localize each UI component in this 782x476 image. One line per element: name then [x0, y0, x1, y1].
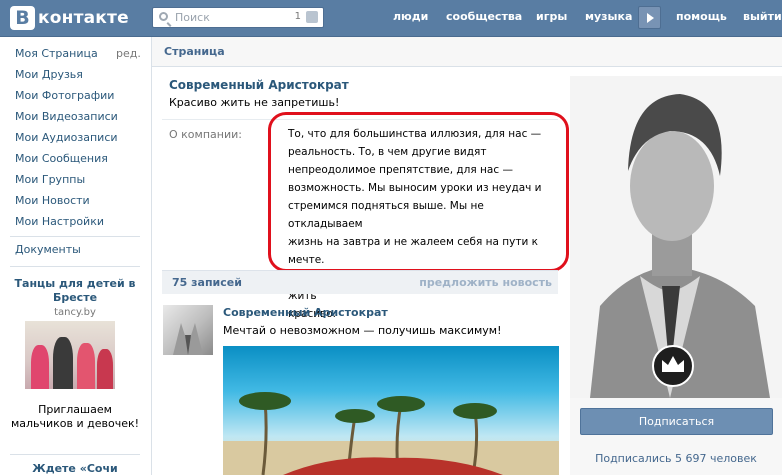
sidebar-item-friends[interactable]: Мои Друзья — [15, 68, 83, 81]
user-icon — [306, 11, 318, 23]
sidebar-item-settings[interactable]: Мои Настройки — [15, 215, 104, 228]
wall-post-count[interactable]: 75 записей — [172, 276, 242, 289]
ad-title[interactable]: Танцы для детей в Бресте — [10, 277, 140, 305]
ad-image[interactable] — [25, 321, 115, 389]
post-author-name[interactable]: Современный Аристократ — [223, 306, 388, 319]
sidebar-item-groups[interactable]: Мои Группы — [15, 173, 85, 186]
edit-link[interactable]: ред. — [116, 47, 141, 60]
nav-communities[interactable]: сообщества — [446, 10, 522, 23]
search-count: 1 — [294, 11, 301, 22]
logo-text: контакте — [38, 8, 129, 28]
subscribers-count[interactable]: Подписались 5 697 человек — [570, 452, 782, 465]
ad2-title[interactable]: Ждете «Сочи — [10, 462, 140, 476]
profile-photo[interactable] — [570, 76, 782, 398]
sidebar-item-audio[interactable]: Мои Аудиозаписи — [15, 131, 118, 144]
sidebar-divider — [10, 454, 140, 455]
post-author-avatar[interactable] — [163, 305, 213, 355]
nav-help[interactable]: помощь — [676, 10, 727, 23]
sidebar-item-news[interactable]: Мои Новости — [15, 194, 90, 207]
subscribe-button[interactable]: Подписаться — [580, 408, 773, 435]
sidebar-divider — [10, 236, 140, 237]
highlight-annotation — [268, 112, 569, 272]
nav-games[interactable]: игры — [536, 10, 567, 23]
ad-domain: tancy.by — [54, 307, 96, 318]
search-icon — [159, 12, 168, 21]
ad-text: Приглашаем мальчиков и девочек! — [10, 403, 140, 430]
vk-logo[interactable]: В контакте — [10, 6, 129, 30]
about-label: О компании: — [169, 128, 242, 141]
status-text: Красиво жить не запретишь! — [169, 96, 340, 109]
page-title: Страница — [164, 45, 225, 58]
nav-music[interactable]: музыка — [585, 10, 632, 23]
search-box[interactable]: 1 — [152, 7, 324, 28]
post-image[interactable] — [223, 346, 559, 475]
sidebar-item-messages[interactable]: Мои Сообщения — [15, 152, 108, 165]
nav-people[interactable]: люди — [393, 10, 428, 23]
sidebar-item-photos[interactable]: Мои Фотографии — [15, 89, 114, 102]
play-icon[interactable] — [638, 6, 661, 29]
sidebar-item-documents[interactable]: Документы — [15, 243, 81, 256]
sidebar-item-videos[interactable]: Мои Видеозаписи — [15, 110, 118, 123]
nav-logout[interactable]: выйти — [743, 10, 782, 23]
suggest-news-link[interactable]: предложить новость — [419, 276, 552, 289]
community-name: Современный Аристократ — [169, 78, 349, 92]
wall-header: 75 записей предложить новость — [162, 270, 558, 294]
logo-mark: В — [10, 6, 35, 30]
sidebar-divider — [10, 266, 140, 267]
post-text: Мечтай о невозможном — получишь максимум… — [223, 324, 502, 337]
search-input[interactable] — [175, 10, 285, 25]
page-title-bar: Страница — [152, 37, 782, 67]
sidebar-item-my-page[interactable]: Моя Страница — [15, 47, 98, 60]
top-header: В контакте 1 люди сообщества игры музыка… — [0, 0, 782, 37]
